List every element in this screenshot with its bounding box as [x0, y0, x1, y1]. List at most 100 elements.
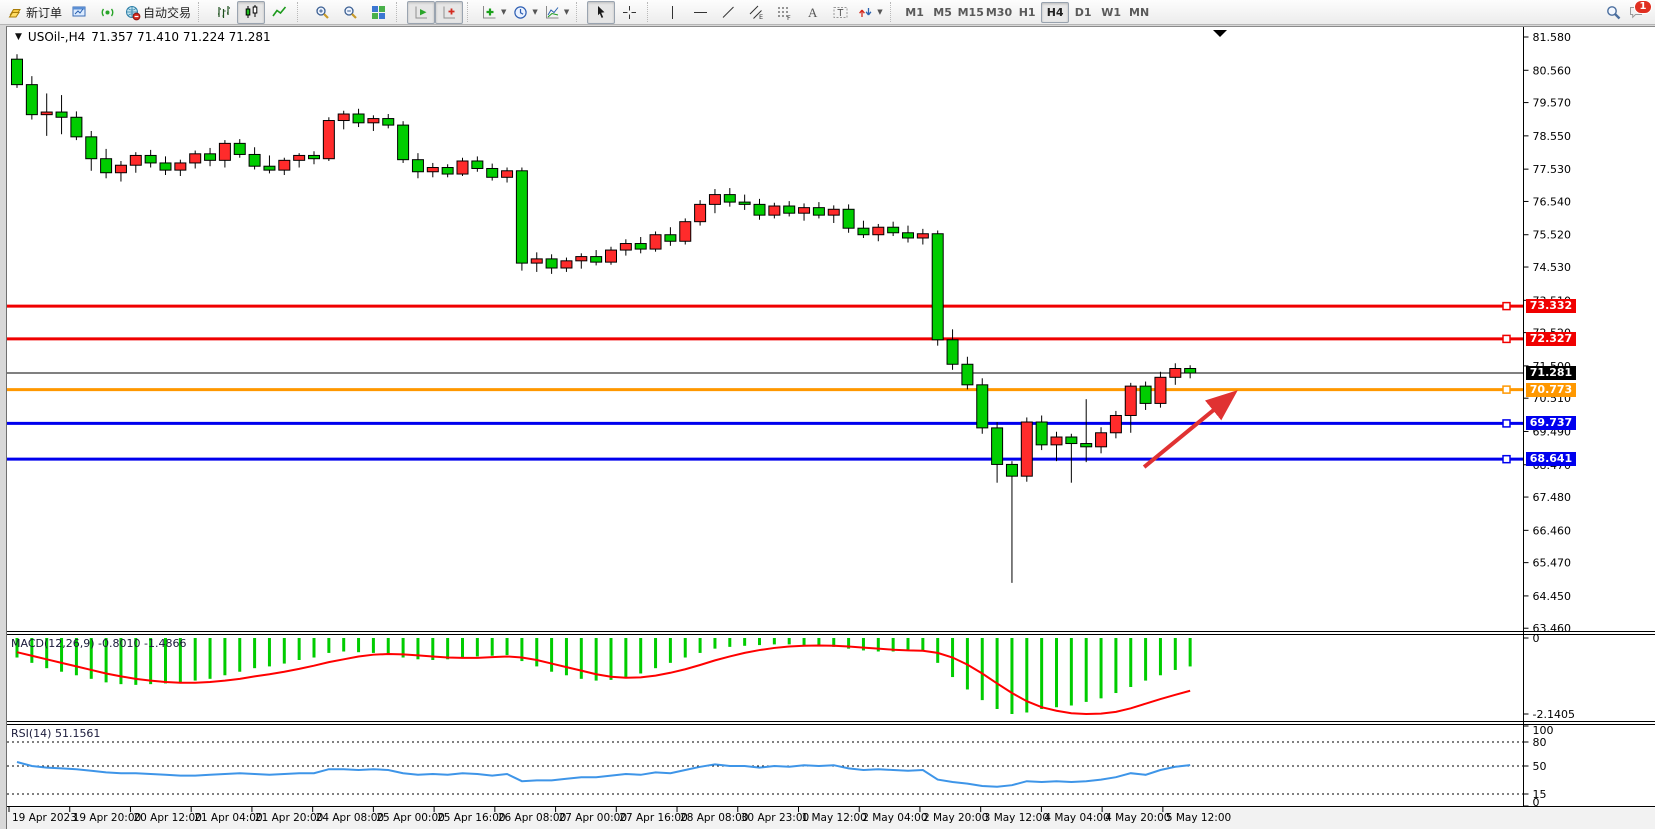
chart-shift-marker[interactable] — [1213, 30, 1227, 37]
clock-icon — [512, 4, 529, 21]
charts-button[interactable] — [65, 1, 93, 24]
candle-body — [472, 161, 483, 169]
zoom-out-button[interactable] — [336, 1, 364, 24]
auto-scroll-icon — [413, 4, 430, 21]
candle-body — [665, 235, 676, 242]
price-tick-label: 78.550 — [1533, 130, 1572, 143]
candle-body — [338, 114, 349, 121]
candle-body — [1051, 437, 1062, 445]
support-line-3-handle[interactable] — [1503, 456, 1510, 463]
timeframe-d1-button[interactable]: D1 — [1069, 2, 1097, 23]
candle-body — [858, 228, 869, 235]
timeframe-w1-button[interactable]: W1 — [1097, 2, 1125, 23]
toolbar-separator — [396, 2, 404, 22]
periods-dropdown-arrow[interactable]: ▼ — [532, 8, 537, 16]
candle-body — [71, 117, 82, 137]
search-icon[interactable] — [1605, 4, 1622, 21]
one-click-trading-toggle[interactable]: ▼ — [15, 32, 22, 42]
horizontal-line-icon — [692, 4, 709, 21]
label-tool-button[interactable]: T — [826, 1, 854, 24]
candle-body — [383, 119, 394, 126]
fibonacci-icon: F — [776, 4, 793, 21]
new-order-button[interactable]: 新订单 — [4, 1, 65, 24]
notifications-button[interactable]: 1 — [1628, 4, 1645, 21]
candle-body — [591, 257, 602, 263]
trend-arrow-annotation[interactable] — [1144, 394, 1233, 467]
timeframe-h4-button[interactable]: H4 — [1041, 2, 1069, 23]
macd-signal-line — [17, 645, 1190, 714]
templates-button[interactable]: ▼ — [541, 1, 572, 24]
candle-body — [813, 208, 824, 216]
time-tick-label: 3 May 12:00 — [984, 812, 1049, 824]
candle-body — [101, 159, 112, 173]
candle-body — [695, 204, 706, 221]
candle-body — [546, 259, 557, 268]
macd-axis-label: -2.1405 — [1533, 708, 1575, 721]
candle-body — [576, 257, 587, 261]
timeframe-m1-button[interactable]: M1 — [901, 2, 929, 23]
resistance-line-1-handle[interactable] — [1503, 303, 1510, 310]
tile-windows-button[interactable] — [364, 1, 392, 24]
line-chart-mode-button[interactable] — [265, 1, 293, 24]
timeframe-m15-button[interactable]: M15 — [957, 2, 985, 23]
timeframe-h1-button[interactable]: H1 — [1013, 2, 1041, 23]
candle-body — [190, 154, 201, 163]
timeframe-m30-button[interactable]: M30 — [985, 2, 1013, 23]
candle-body — [1155, 377, 1166, 403]
tile-windows-icon — [370, 4, 387, 21]
timeframe-mn-button[interactable]: MN — [1125, 2, 1153, 23]
fibonacci-tool-button[interactable]: F — [770, 1, 798, 24]
horizontal-line-tool-button[interactable] — [686, 1, 714, 24]
periods-button[interactable]: ▼ — [509, 1, 540, 24]
arrows-tool-dropdown-arrow[interactable]: ▼ — [877, 8, 882, 16]
candle-body — [799, 208, 810, 214]
time-tick-label: 4 May 04:00 — [1044, 812, 1109, 824]
crosshair-icon — [621, 4, 638, 21]
indicators-button[interactable]: ▼ — [478, 1, 509, 24]
price-tick-label: 79.570 — [1533, 97, 1572, 110]
text-tool-button[interactable]: A — [798, 1, 826, 24]
auto-scroll-button[interactable] — [407, 1, 435, 24]
candle-body — [264, 166, 275, 170]
candle-body — [769, 206, 780, 215]
support-line-1-price-badge: 70.773 — [1526, 383, 1576, 397]
candle-body — [175, 163, 186, 170]
templates-dropdown-arrow[interactable]: ▼ — [564, 8, 569, 16]
rsi-axis-label: 0 — [1533, 796, 1540, 809]
toolbar-separator — [647, 2, 655, 22]
timeframe-m5-button[interactable]: M5 — [929, 2, 957, 23]
bar-chart-mode-button[interactable] — [209, 1, 237, 24]
text-a-icon: A — [804, 4, 821, 21]
candle-body — [234, 143, 245, 154]
signals-button[interactable] — [93, 1, 121, 24]
chart-window[interactable]: 81.58080.56079.57078.55077.53076.54075.5… — [6, 26, 1655, 829]
candle-body — [412, 160, 423, 172]
support-line-2-price-badge: 69.737 — [1526, 416, 1576, 430]
time-tick-label: 2 May 04:00 — [862, 812, 927, 824]
indicators-dropdown-arrow[interactable]: ▼ — [501, 8, 506, 16]
candle-body — [947, 340, 958, 364]
vertical-line-tool-button[interactable] — [658, 1, 686, 24]
trendline-tool-button[interactable] — [714, 1, 742, 24]
auto-trading-button[interactable]: 自动交易 — [121, 1, 194, 24]
chart-shift-button[interactable] — [435, 1, 463, 24]
support-line-1-handle[interactable] — [1503, 386, 1510, 393]
chart-canvas[interactable]: 81.58080.56079.57078.55077.53076.54075.5… — [7, 27, 1655, 829]
resistance-line-2-handle[interactable] — [1503, 335, 1510, 342]
candlestick-mode-button[interactable] — [237, 1, 265, 24]
candle-body — [130, 155, 141, 165]
time-tick-label: 21 Apr 04:00 — [194, 812, 262, 824]
candle-body — [1096, 433, 1107, 447]
arrows-tool-button[interactable]: ▼ — [854, 1, 885, 24]
auto-trading-label: 自动交易 — [143, 4, 191, 21]
candle-body — [932, 234, 943, 340]
time-tick-label: 21 Apr 20:00 — [255, 812, 323, 824]
time-tick-label: 26 Apr 08:00 — [498, 812, 566, 824]
crosshair-button[interactable] — [615, 1, 643, 24]
support-line-2-handle[interactable] — [1503, 420, 1510, 427]
candle-body — [398, 125, 409, 160]
channel-tool-button[interactable]: E — [742, 1, 770, 24]
zoom-in-button[interactable] — [308, 1, 336, 24]
candle-body — [12, 59, 23, 84]
cursor-button[interactable] — [587, 1, 615, 24]
